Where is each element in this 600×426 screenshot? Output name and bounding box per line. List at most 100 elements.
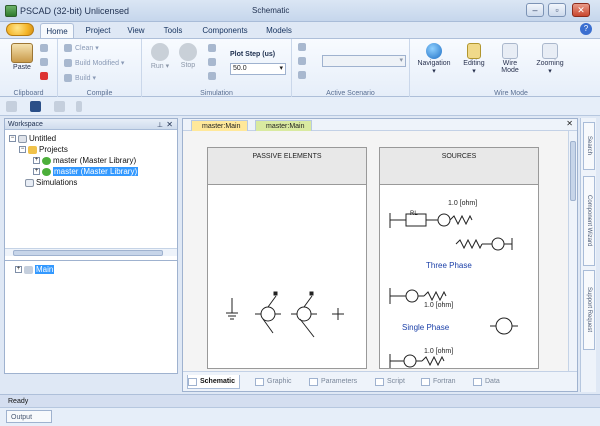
breaker-symbol-2 <box>291 291 317 338</box>
close-doc-icon[interactable]: ✕ <box>566 119 573 128</box>
copy-button[interactable] <box>40 58 51 66</box>
ac-source-symbol <box>490 317 518 335</box>
build-button[interactable]: Build ▾ <box>64 74 96 83</box>
doc-tab-master-main-1[interactable]: master:Main <box>191 120 248 131</box>
sim-tool-3[interactable] <box>208 72 219 80</box>
expand-icon[interactable]: + <box>33 168 40 176</box>
collapse-icon[interactable]: − <box>9 135 16 143</box>
build-modified-button[interactable]: Build Modified ▾ <box>64 59 124 68</box>
ohm-label-3: 1.0 [ohm] <box>424 348 454 355</box>
scenario-icon <box>298 43 306 51</box>
simulation-group: Run ▾ Stop Plot Step (us) 50.0 ▾ Simulati… <box>142 39 292 98</box>
sim-tool-1[interactable] <box>208 44 219 52</box>
tab-data[interactable]: Data <box>473 375 500 389</box>
help-icon[interactable]: ? <box>580 23 592 35</box>
plot-step-label: Plot Step (us) <box>230 51 276 58</box>
workspace-hscroll-thumb[interactable] <box>13 250 163 256</box>
support-request-side-tab[interactable]: Support Request <box>583 270 595 350</box>
three-phase-symbol <box>455 237 513 251</box>
scenario-tool-2[interactable] <box>298 57 309 65</box>
canvas-vscrollbar[interactable] <box>568 131 577 371</box>
customize-toolbar-icon[interactable] <box>76 101 82 112</box>
application-menu-button[interactable] <box>6 23 34 36</box>
tab-components[interactable]: Components <box>200 23 250 38</box>
tab-fortran[interactable]: Fortran <box>421 375 456 389</box>
folder-icon <box>28 145 37 154</box>
expand-icon[interactable]: + <box>33 157 40 165</box>
library-icon <box>42 167 51 176</box>
editor-view-tabs: Schematic Graphic Parameters Script Fort… <box>183 371 577 391</box>
title-bar: PSCAD (32-bit) Unlicensed Schematic – ▫ … <box>0 0 600 22</box>
tree-node-master-2[interactable]: + master (Master Library) <box>33 167 139 176</box>
close-button[interactable]: ✕ <box>572 3 590 17</box>
navigation-button[interactable]: Navigation ▾ <box>412 43 456 75</box>
scenario-tool-3[interactable] <box>298 71 309 79</box>
delete-button[interactable] <box>40 72 51 80</box>
scenario-save-icon <box>298 57 306 65</box>
tree-node-projects[interactable]: − Projects <box>19 145 68 154</box>
editing-button[interactable]: Editing ▾ <box>458 43 490 75</box>
minimize-button[interactable]: – <box>526 3 544 17</box>
tree-node-master-1[interactable]: + master (Master Library) <box>33 156 136 165</box>
canvas-vscroll-thumb[interactable] <box>570 141 576 201</box>
rl-label: RL <box>410 211 418 217</box>
schematic-icon <box>188 378 197 386</box>
tab-tools[interactable]: Tools <box>160 23 186 38</box>
schematic-canvas[interactable]: PASSIVE ELEMENTS SOURCES RL 1.0 [ohm] Th… <box>183 131 577 371</box>
zooming-button[interactable]: Zooming ▾ <box>530 43 570 75</box>
broom-icon <box>64 44 72 53</box>
quick-access-toolbar <box>0 97 600 116</box>
capacitor-symbol <box>332 308 344 320</box>
tab-view[interactable]: View <box>124 23 148 38</box>
gear-run-icon <box>151 43 169 61</box>
save-icon[interactable] <box>30 101 41 112</box>
tab-graphic[interactable]: Graphic <box>255 375 292 389</box>
pscad-app-icon[interactable] <box>5 5 17 17</box>
workspace-hscrollbar[interactable] <box>5 248 177 256</box>
close-panel-icon[interactable]: ✕ <box>166 119 173 130</box>
new-icon[interactable] <box>6 101 17 112</box>
tab-script[interactable]: Script <box>375 375 405 389</box>
restore-button[interactable]: ▫ <box>548 3 566 17</box>
search-side-tab[interactable]: Search <box>583 122 595 170</box>
doc-tab-master-main-2[interactable]: master:Main <box>255 120 312 131</box>
three-phase-label: Three Phase <box>426 261 472 270</box>
tab-parameters[interactable]: Parameters <box>309 375 357 389</box>
tab-models[interactable]: Models <box>264 23 294 38</box>
definition-tree-panel: + Main <box>4 260 178 374</box>
expand-icon[interactable]: + <box>15 266 22 274</box>
ground-symbol <box>226 298 238 320</box>
workspace-header: Workspace ⊥ ✕ <box>5 119 177 130</box>
sources-panel: SOURCES RL 1.0 [ohm] Three Phase 1.0 [oh… <box>379 147 539 369</box>
tree-node-main[interactable]: + Main <box>15 265 55 274</box>
wire-mode-button[interactable]: Wire Mode <box>494 43 526 74</box>
copy-icon <box>40 58 48 66</box>
undo-icon[interactable] <box>54 101 65 112</box>
compile-group-label: Compile <box>86 90 113 97</box>
output-tab[interactable]: Output <box>6 410 52 423</box>
tab-project[interactable]: Project <box>82 23 114 38</box>
edit-icon <box>467 43 481 59</box>
pin-icon[interactable]: ⊥ <box>157 120 163 131</box>
active-scenario-select[interactable]: ▾ <box>322 55 406 67</box>
tree-node-simulations[interactable]: Simulations <box>25 178 77 187</box>
side-panel-tabs: Search Component Wizard Support Request <box>580 118 596 392</box>
sim-tool-2[interactable] <box>208 58 219 66</box>
paste-button[interactable]: Paste <box>8 43 36 71</box>
scissors-icon <box>40 44 48 52</box>
tree-node-untitled[interactable]: − Untitled <box>9 134 56 143</box>
plot-step-input[interactable]: 50.0 ▾ <box>230 63 286 75</box>
cut-button[interactable] <box>40 44 51 52</box>
tab-schematic[interactable]: Schematic <box>187 375 241 389</box>
stop-button[interactable]: Stop <box>176 43 200 69</box>
simulations-icon <box>25 178 34 187</box>
clean-button[interactable]: Clean ▾ <box>64 44 99 53</box>
schematic-editor: master:Main master:Main ✕ PASSIVE ELEMEN… <box>182 118 578 392</box>
collapse-icon[interactable]: − <box>19 146 26 154</box>
tab-home[interactable]: Home <box>40 23 74 38</box>
run-button[interactable]: Run ▾ <box>148 43 172 70</box>
module-icon <box>24 265 33 274</box>
status-bar: Ready <box>0 394 600 407</box>
scenario-tool-1[interactable] <box>298 43 309 51</box>
component-wizard-side-tab[interactable]: Component Wizard <box>583 176 595 266</box>
